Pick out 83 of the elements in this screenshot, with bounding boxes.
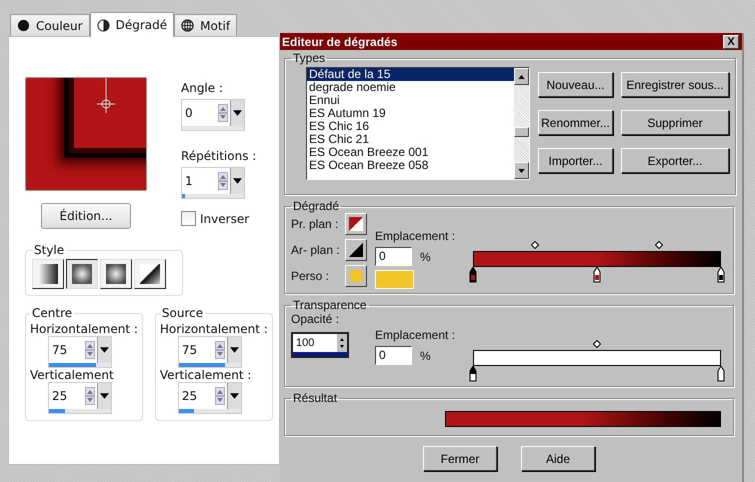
scrollbar-thumb[interactable]	[514, 127, 529, 137]
field-label: Emplacement :	[375, 328, 456, 342]
up-down-arrows-icon[interactable]	[337, 334, 347, 352]
checkbox[interactable]	[181, 211, 196, 226]
up-arrow-icon[interactable]	[518, 74, 525, 78]
field-label: Emplacement :	[375, 229, 456, 243]
caret-icon[interactable]	[230, 347, 239, 353]
caret-icon[interactable]	[233, 178, 242, 184]
opacity-stop-icon[interactable]	[717, 366, 725, 382]
list-item[interactable]: ES Ocean Breeze 058	[307, 159, 514, 172]
field-label: Pr. plan :	[291, 217, 338, 231]
dialog-button[interactable]: Enregistrer sous...	[621, 72, 729, 97]
style-button[interactable]	[66, 259, 98, 289]
group-title: Types	[292, 51, 326, 65]
field-label: Répétitions :	[181, 149, 256, 163]
unit-label: %	[420, 348, 431, 362]
gradient-swatch-icon	[140, 264, 160, 284]
window-title: Editeur de dégradés	[282, 34, 398, 48]
dialog-button[interactable]: Renommer...	[538, 110, 613, 135]
dialog-button[interactable]: Importer...	[538, 148, 613, 173]
list-item[interactable]: Ennui	[307, 94, 514, 107]
list-item[interactable]: ES Autumn 19	[307, 107, 514, 120]
field-label: Ar- plan :	[291, 243, 340, 257]
field-label: Perso :	[291, 269, 330, 283]
midpoint-marker-icon[interactable]	[655, 241, 663, 249]
field-label: Horizontalement :	[30, 322, 138, 336]
color-stop-icon[interactable]	[469, 267, 477, 283]
caret-icon[interactable]	[233, 110, 242, 116]
background-swatch[interactable]	[345, 239, 367, 261]
dialog-button[interactable]: Fermer	[423, 446, 497, 471]
group-title: Centre	[31, 306, 74, 320]
dialog-button[interactable]: Nouveau...	[538, 72, 613, 97]
half-circle-icon	[96, 18, 110, 32]
tab[interactable]: Motif	[174, 14, 238, 36]
opacity-bar[interactable]	[473, 350, 721, 366]
gradient-swatch-icon	[72, 264, 92, 284]
down-arrow-icon[interactable]	[518, 168, 525, 172]
gradient-preview[interactable]	[25, 77, 147, 191]
midpoint-marker-icon[interactable]	[531, 241, 539, 249]
opacity-field[interactable]: 100	[291, 332, 349, 358]
tab[interactable]: Couleur	[10, 14, 90, 36]
group-title: Résultat	[292, 391, 338, 405]
field-label: Verticalement	[30, 368, 114, 382]
list-item[interactable]: Défaut de la 15	[307, 68, 514, 81]
scrollbar[interactable]	[514, 68, 529, 179]
gradient-swatch-icon	[38, 264, 58, 284]
checkbox-label: Inverser	[200, 212, 250, 226]
field-label: Horizontalement :	[160, 322, 268, 336]
globe-icon	[181, 19, 194, 32]
field-label: Verticalement :	[160, 368, 252, 382]
field-label: Opacité :	[291, 312, 340, 326]
color-stop-icon[interactable]	[593, 267, 601, 283]
group-title: Transparence	[292, 298, 368, 312]
gradient-swatch-icon	[106, 264, 126, 284]
group-title: Source	[160, 306, 204, 320]
close-button[interactable]: X	[723, 34, 739, 48]
group-title: Style	[33, 243, 66, 257]
caret-icon[interactable]	[230, 393, 239, 399]
foreground-swatch[interactable]	[345, 213, 367, 235]
field-label: Angle :	[181, 81, 224, 95]
group-title: Dégradé	[292, 199, 340, 213]
tab[interactable]: Dégradé	[90, 12, 174, 37]
custom-color-swatch[interactable]	[375, 270, 414, 289]
edit-button[interactable]: Édition...	[41, 203, 131, 229]
color-stop-icon[interactable]	[717, 267, 725, 283]
midpoint-marker-icon[interactable]	[593, 340, 601, 348]
caret-icon[interactable]	[100, 347, 109, 353]
circle-icon	[17, 19, 30, 32]
custom-swatch[interactable]	[345, 265, 367, 287]
gradient-list[interactable]: Défaut de la 15 degrade noemie Ennui ES Autumn 19 ES Chic 16 ES Chic 21 ES Ocean Breeze 001 ES Ocean Breeze 058	[306, 67, 530, 180]
dialog-button[interactable]: Aide	[521, 446, 595, 471]
list-item[interactable]: degrade noemie	[307, 81, 514, 94]
crosshair-icon[interactable]	[96, 78, 116, 114]
dialog-button[interactable]: Exporter...	[621, 148, 729, 173]
unit-label: %	[420, 250, 431, 264]
opacity-stop-icon[interactable]	[469, 366, 477, 382]
dialog-button[interactable]: Supprimer	[621, 110, 729, 135]
list-item[interactable]: ES Chic 21	[307, 133, 514, 146]
list-item[interactable]: ES Ocean Breeze 001	[307, 146, 514, 159]
location-field[interactable]: 0	[375, 247, 412, 266]
list-item[interactable]: ES Chic 16	[307, 120, 514, 133]
location-field[interactable]: 0	[375, 346, 412, 365]
caret-icon[interactable]	[100, 393, 109, 399]
